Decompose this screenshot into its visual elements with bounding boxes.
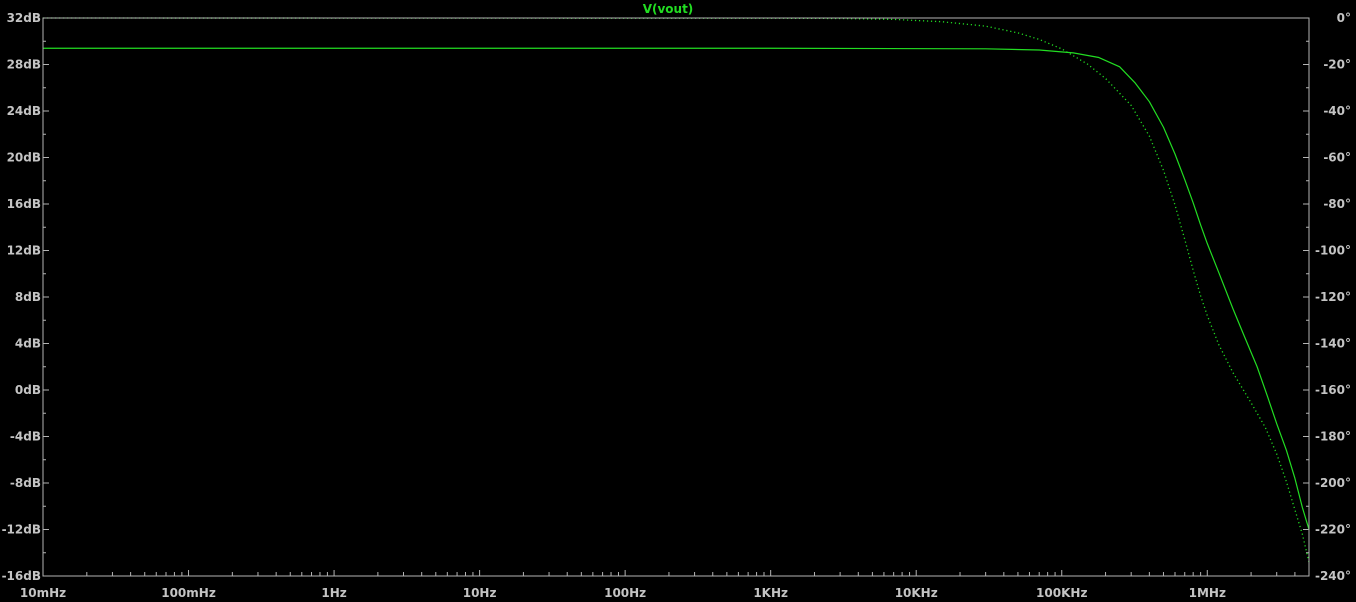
x-tick-label: 1Hz	[321, 586, 346, 600]
y-right-tick-label: -200°	[1315, 476, 1351, 490]
x-tick-label: 10KHz	[895, 586, 938, 600]
y-left-tick-label: -12dB	[2, 523, 41, 537]
y-right-tick-label: -20°	[1323, 58, 1351, 72]
y-right-tick-label: -180°	[1315, 430, 1351, 444]
y-right-tick-label: -240°	[1315, 569, 1351, 583]
y-left-tick-label: 20dB	[7, 151, 41, 165]
x-tick-label: 1MHz	[1189, 586, 1226, 600]
y-right-tick-label: -60°	[1323, 151, 1351, 165]
y-left-tick-label: 24dB	[7, 104, 41, 118]
y-left-tick-label: 28dB	[7, 58, 41, 72]
x-tick-label: 100KHz	[1036, 586, 1087, 600]
bode-plot: 10mHz 100mHz 1Hz 10Hz 100Hz 1KHz 10KHz 100KHz 1M…	[0, 0, 1356, 602]
y-left-tick-label: 0dB	[15, 383, 41, 397]
y-left-tick-label: 12dB	[7, 244, 41, 258]
y-right-tick-label: -80°	[1323, 197, 1351, 211]
plot-background	[0, 0, 1356, 602]
y-right-tick-label: -100°	[1315, 244, 1351, 258]
y-left-tick-label: -4dB	[10, 430, 41, 444]
chart-title: V(vout)	[643, 2, 694, 16]
y-right-tick-label: 0°	[1337, 11, 1351, 25]
x-tick-label: 10mHz	[20, 586, 66, 600]
x-tick-label: 100Hz	[604, 586, 646, 600]
x-tick-label: 1KHz	[753, 586, 788, 600]
y-left-tick-label: 4dB	[15, 337, 41, 351]
y-left-tick-label: -8dB	[10, 476, 41, 490]
y-left-tick-label: -16dB	[2, 569, 41, 583]
y-left-tick-label: 32dB	[7, 11, 41, 25]
y-right-tick-label: -160°	[1315, 383, 1351, 397]
x-tick-label: 10Hz	[463, 586, 497, 600]
y-right-tick-label: -40°	[1323, 104, 1351, 118]
y-right-tick-label: -140°	[1315, 337, 1351, 351]
x-tick-label: 100mHz	[161, 586, 216, 600]
y-right-tick-label: -120°	[1315, 290, 1351, 304]
y-left-tick-label: 8dB	[15, 290, 41, 304]
y-left-tick-label: 16dB	[7, 197, 41, 211]
y-right-tick-label: -220°	[1315, 523, 1351, 537]
